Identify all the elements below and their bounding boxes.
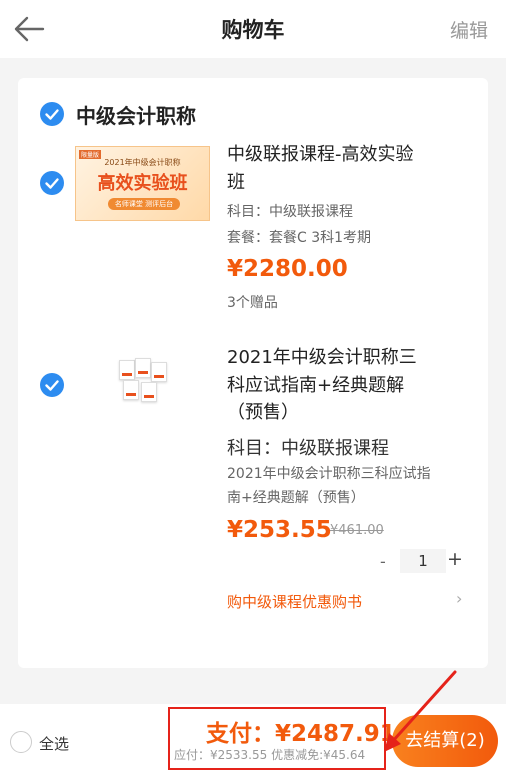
group-checkbox[interactable] bbox=[40, 102, 64, 126]
item-checkbox[interactable] bbox=[40, 373, 64, 397]
check-icon bbox=[45, 109, 59, 120]
item-gifts[interactable]: 3个赠品 bbox=[227, 293, 278, 313]
book-icon bbox=[123, 380, 139, 400]
check-icon bbox=[45, 380, 59, 391]
item-checkbox[interactable] bbox=[40, 171, 64, 195]
book-icon bbox=[135, 358, 151, 378]
item-name-line[interactable]: 班 bbox=[227, 169, 245, 197]
item-package: 套餐：套餐C 3科1考期 bbox=[227, 230, 372, 246]
select-all-label[interactable]: 全选 bbox=[39, 733, 69, 754]
checkout-button[interactable]: 去结算(2) bbox=[392, 715, 498, 767]
top-bar: 购物车 编辑 bbox=[0, 0, 506, 58]
page-title: 购物车 bbox=[221, 18, 285, 42]
course-thumbnail[interactable]: 限量版 2021年中级会计职称 高效实验班 名师课堂 测评后台 bbox=[75, 146, 210, 221]
check-icon bbox=[45, 178, 59, 189]
quantity-increase-button[interactable]: + bbox=[447, 548, 463, 570]
item-price: ¥253.55 bbox=[227, 517, 332, 543]
thumbnail-subtitle: 2021年中级会计职称 bbox=[104, 158, 181, 167]
book-icon bbox=[151, 362, 167, 382]
checkout-bar: 全选 支付：¥2487.91 应付：¥2533.55 优惠减免:¥45.64 去… bbox=[0, 704, 506, 778]
item-description-line: 2021年中级会计职称三科应试指 bbox=[227, 466, 431, 482]
annotation-highlight-box bbox=[168, 707, 386, 770]
thumbnail-badge: 名师课堂 测评后台 bbox=[108, 198, 180, 210]
quantity-decrease-button[interactable]: - bbox=[380, 552, 386, 571]
book-icon bbox=[119, 360, 135, 380]
item-name-line[interactable]: 科应试指南+经典题解 bbox=[227, 372, 404, 400]
select-all-radio[interactable] bbox=[10, 731, 32, 753]
item-name-line[interactable]: 2021年中级会计职称三 bbox=[227, 344, 417, 372]
original-price: ¥461.00 bbox=[330, 523, 384, 538]
thumbnail-title: 高效实验班 bbox=[97, 173, 188, 194]
item-subject: 科目：中级联报课程 bbox=[227, 438, 389, 459]
cart-group-card: 中级会计职称 限量版 2021年中级会计职称 高效实验班 名师课堂 测评后台 中… bbox=[18, 78, 488, 668]
quantity-input[interactable]: 1 bbox=[400, 549, 446, 573]
item-price: ¥2280.00 bbox=[227, 256, 348, 282]
promo-link[interactable]: 购中级课程优惠购书 bbox=[227, 591, 362, 612]
item-subject: 科目：中级联报课程 bbox=[227, 204, 353, 220]
edit-button[interactable]: 编辑 bbox=[450, 16, 488, 43]
chevron-right-icon[interactable]: › bbox=[456, 589, 462, 608]
book-thumbnail[interactable] bbox=[113, 356, 173, 416]
item-name-line[interactable]: （预售） bbox=[227, 399, 299, 427]
group-title: 中级会计职称 bbox=[76, 104, 196, 128]
item-name-line[interactable]: 中级联报课程-高效实验 bbox=[227, 141, 414, 169]
item-description-line: 南+经典题解（预售） bbox=[227, 490, 365, 506]
book-icon bbox=[141, 382, 157, 402]
